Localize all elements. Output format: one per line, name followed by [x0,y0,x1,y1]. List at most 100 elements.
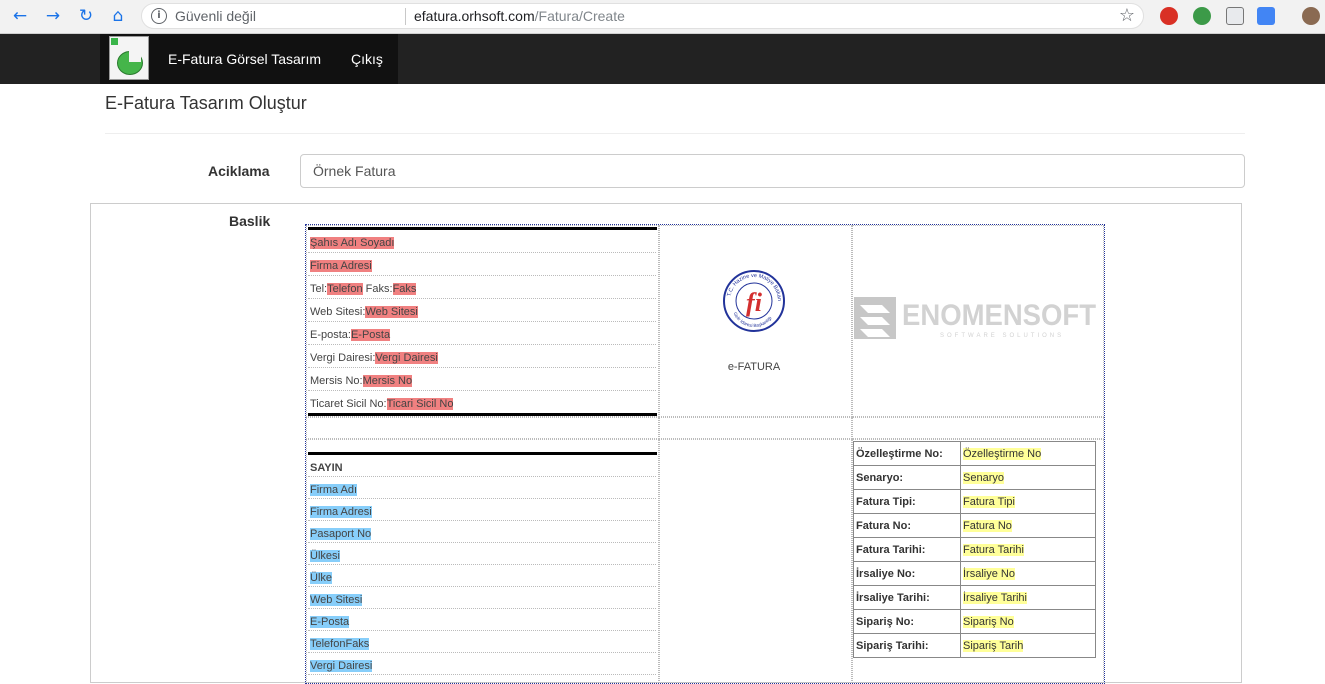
buyer-field: Pasaport No [310,528,372,540]
enomensoft-wordmark: ENOMENSOFT [902,299,1096,332]
table-row[interactable]: Fatura Tipi: Fatura Tipi [853,489,1096,514]
table-row[interactable]: İrsaliye No: İrsaliye No [853,561,1096,586]
info-value: Senaryo [963,471,1004,484]
spacer-cell-middle[interactable] [659,417,852,439]
globe-extension-icon[interactable] [1193,7,1211,25]
seller-row[interactable]: Vergi Dairesi:Vergi Dairesi [308,345,656,368]
seller-row[interactable]: Mersis No:Mersis No [308,368,656,391]
info-value-cell: Sipariş No [960,609,1096,634]
table-row[interactable]: Sipariş No: Sipariş No [853,609,1096,634]
info-value-cell: Fatura No [960,513,1096,538]
seller-bottom-rule [308,413,657,416]
security-status: Güvenli değil [175,8,256,24]
pie-chart-slice [129,50,141,62]
buyer-row[interactable]: E-Posta [308,609,656,631]
info-value: Fatura Tipi [963,495,1015,508]
address-bar[interactable]: i Güvenli değil efatura.orhsoft.com/Fatu… [141,3,1144,29]
buyer-field: Firma Adresi [310,506,372,518]
seller-row[interactable]: Firma Adresi [308,253,656,276]
buyer-row[interactable]: Ülke [308,565,656,587]
seller-row[interactable]: Ticaret Sicil No:Ticari Sicil No [308,391,656,414]
buyer-field: Ülkesi [310,550,340,562]
table-row[interactable]: İrsaliye Tarihi: İrsaliye Tarihi [853,585,1096,610]
info-label: Fatura Tarihi: [853,537,961,562]
seal-letter: fi [746,288,763,317]
info-value: Özelleştirme No [963,447,1042,460]
seller-prefix: Web Sitesi: [310,306,366,318]
buyer-row[interactable]: Firma Adı [308,477,656,499]
info-label: Sipariş No: [853,609,961,634]
info-value: İrsaliye Tarihi [963,591,1027,604]
url-path: /Fatura/Create [534,8,625,24]
table-row[interactable]: Fatura No: Fatura No [853,513,1096,538]
buyer-row[interactable]: Ülkesi [308,543,656,565]
forward-arrow-icon[interactable]: → [41,5,65,27]
seller-field: Telefon [327,283,363,295]
table-row[interactable]: Özelleştirme No: Özelleştirme No [853,441,1096,466]
home-icon[interactable]: ⌂ [106,5,130,27]
app-logo[interactable] [109,36,149,80]
buyer-row[interactable]: Pasaport No [308,521,656,543]
info-value-cell: Sipariş Tarih [960,633,1096,658]
translate-extension-icon[interactable] [1257,7,1275,25]
buyer-field: Web Sitesi [310,594,363,606]
page-title: E-Fatura Tasarım Oluştur [105,93,307,113]
description-label: Aciklama [208,163,270,179]
seller-field: Şahıs Adı Soyadı [310,237,395,249]
info-value-cell: Fatura Tarihi [960,537,1096,562]
seller-field: Firma Adresi [310,260,372,272]
info-value: Fatura Tarihi [963,543,1024,556]
buyer-field: Firma Adı [310,484,358,496]
reload-icon[interactable]: ↻ [74,5,98,27]
table-row[interactable]: Sipariş Tarihi: Sipariş Tarih [853,633,1096,658]
description-input[interactable]: Örnek Fatura [300,154,1245,188]
buyer-row[interactable]: TelefonFaks [308,631,656,653]
buyer-row[interactable]: Web Sitesi [308,587,656,609]
nav-brand-link[interactable]: E-Fatura Görsel Tasarım [168,51,321,67]
info-value: Sipariş No [963,615,1014,628]
browser-toolbar: ← → ↻ ⌂ i Güvenli değil efatura.orhsoft.… [0,0,1325,34]
seller-row[interactable]: Web Sitesi:Web Sitesi [308,299,656,322]
seller-row[interactable]: Tel:Telefon Faks:Faks [308,276,656,299]
info-label: Sipariş Tarihi: [853,633,961,658]
info-value: Sipariş Tarih [963,639,1024,652]
seller-field: E-Posta [350,329,391,341]
info-label: Özelleştirme No: [853,441,961,466]
seller-row[interactable]: E-posta:E-Posta [308,322,656,345]
info-value-cell: İrsaliye No [960,561,1096,586]
buyer-row[interactable]: Vergi Dairesi [308,653,656,675]
info-label: Fatura No: [853,513,961,538]
spacer-cell-right[interactable] [852,417,1104,439]
back-arrow-icon[interactable]: ← [8,5,32,27]
info-value-cell: Fatura Tipi [960,489,1096,514]
profile-avatar[interactable] [1302,7,1320,25]
nav-logout-link[interactable]: Çıkış [351,51,383,67]
info-label: İrsaliye Tarihi: [853,585,961,610]
invoice-design-canvas: Şahıs Adı Soyadı Firma Adresi Tel:Telefo… [305,224,1105,684]
spacer-cell-left[interactable] [306,417,659,439]
seller-field: Mersis No [362,375,413,387]
buyer-heading[interactable]: SAYIN [308,455,656,477]
seller-prefix: Tel: [310,283,328,295]
bookmark-star-icon[interactable]: ☆ [1119,5,1135,26]
info-value: Fatura No [963,519,1012,532]
seller-prefix: Faks: [365,283,393,295]
info-value-cell: Özelleştirme No [960,441,1096,466]
seller-prefix: Mersis No: [310,375,363,387]
buyer-field: Ülke [310,572,333,584]
info-label: Fatura Tipi: [853,489,961,514]
seller-field: Ticari Sicil No [386,398,454,410]
url-host: efatura.orhsoft.com [414,8,535,24]
buyer-field: E-Posta [310,616,350,628]
info-icon[interactable]: i [151,8,167,24]
url-text: efatura.orhsoft.com/Fatura/Create [414,8,625,24]
table-row[interactable]: Fatura Tarihi: Fatura Tarihi [853,537,1096,562]
buyer-middle-cell[interactable] [659,439,852,683]
seller-prefix: E-posta: [310,329,351,341]
net-extension-icon[interactable] [1226,7,1244,25]
seller-row[interactable]: Şahıs Adı Soyadı [308,230,656,253]
title-divider [105,133,1245,134]
table-row[interactable]: Senaryo: Senaryo [853,465,1096,490]
adblock-extension-icon[interactable] [1160,7,1178,25]
buyer-row[interactable]: Firma Adresi [308,499,656,521]
